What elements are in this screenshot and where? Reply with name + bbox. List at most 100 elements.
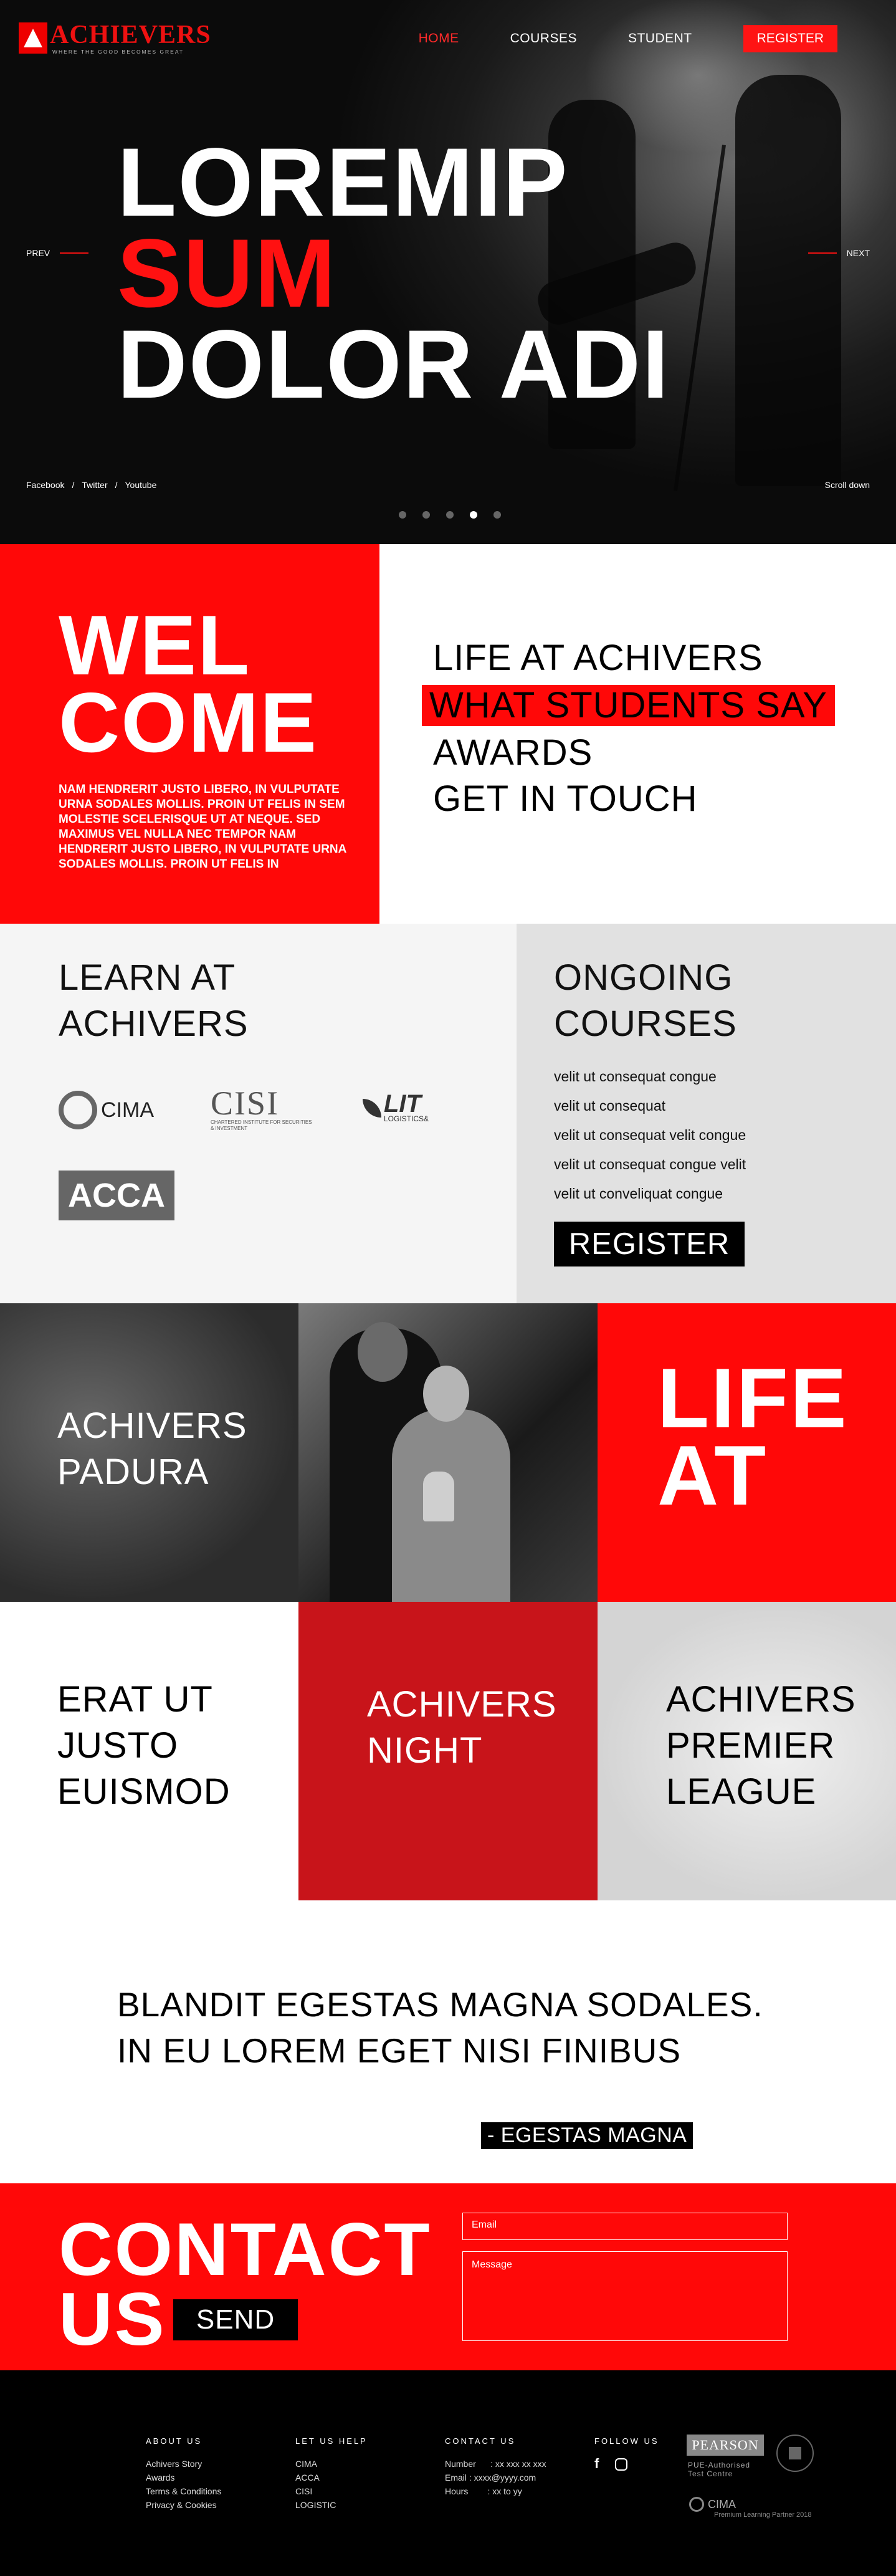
send-button[interactable]: SEND xyxy=(173,2299,298,2340)
brand-tagline: WHERE THE GOOD BECOMES GREAT xyxy=(52,49,184,55)
logo-icon xyxy=(19,22,47,54)
cisi-logo[interactable]: CISI CHARTERED INSTITUTE FOR SECURITIES … xyxy=(211,1085,317,1132)
prev-button[interactable]: PREV xyxy=(26,248,89,258)
message-field[interactable]: Message xyxy=(462,2251,788,2341)
hero-section: ACHIEVERS WHERE THE GOOD BECOMES GREAT H… xyxy=(0,0,896,544)
twitter-link[interactable]: Twitter xyxy=(82,480,107,490)
tile-premier-league[interactable]: ACHIVERS PREMIER LEAGUE xyxy=(598,1602,896,1900)
tile-achivers-padura[interactable]: ACHIVERS PADURA xyxy=(0,1303,298,1602)
footer-contact: CONTACT US Number : xx xxx xx xxx Email … xyxy=(445,2436,546,2498)
footer: ABOUT US Achivers Story Awards Terms & C… xyxy=(0,2370,896,2576)
cisi-logo-text: CISI xyxy=(211,1085,280,1122)
nav-courses[interactable]: COURSES xyxy=(510,31,577,46)
welcome-line-2: COME xyxy=(59,675,318,770)
quick-menu: LIFE AT ACHIVERS WHAT STUDENTS SAY AWARD… xyxy=(379,544,896,924)
hero-line-1: LOREMIP xyxy=(117,128,569,237)
footer-cima-logo: CIMA xyxy=(689,2497,736,2512)
scroll-down-link[interactable]: Scroll down xyxy=(825,480,870,490)
footer-cima-sub: Premium Learning Partner 2018 xyxy=(714,2511,812,2519)
main-nav: HOME COURSES STUDENT REGISTER xyxy=(368,25,837,52)
course-register-button[interactable]: REGISTER xyxy=(554,1222,745,1266)
prev-line xyxy=(60,252,89,254)
tile-label-line: NIGHT xyxy=(367,1730,483,1771)
course-item[interactable]: velit ut consequat xyxy=(554,1091,746,1121)
nav-home[interactable]: HOME xyxy=(419,31,459,46)
course-item[interactable]: velit ut consequat velit congue xyxy=(554,1121,746,1150)
next-button[interactable]: NEXT xyxy=(808,248,870,258)
cisi-logo-sub: CHARTERED INSTITUTE FOR SECURITIES & INV… xyxy=(211,1119,312,1131)
course-item[interactable]: velit ut consequat congue velit xyxy=(554,1150,746,1179)
slider-dot[interactable] xyxy=(493,511,501,519)
page: ACHIEVERS WHERE THE GOOD BECOMES GREAT H… xyxy=(0,0,896,2576)
menu-life-at-achivers[interactable]: LIFE AT ACHIVERS xyxy=(433,638,763,679)
footer-link[interactable]: CISI xyxy=(295,2484,368,2498)
acca-logo[interactable]: ACCA xyxy=(59,1171,174,1220)
slider-dot[interactable] xyxy=(422,511,430,519)
menu-get-in-touch[interactable]: GET IN TOUCH xyxy=(433,778,698,820)
testimonial-text: BLANDIT EGESTAS MAGNA SODALES. IN EU LOR… xyxy=(117,1985,763,2070)
welcome-text: NAM HENDRERIT JUSTO LIBERO, IN VULPUTATE… xyxy=(59,783,346,871)
pearson-sub-line: Test Centre xyxy=(688,2469,733,2478)
lit-logo-text-wrap: LIT LOGISTICS& xyxy=(384,1091,429,1123)
welcome-panel: WEL COME NAM HENDRERIT JUSTO LIBERO, IN … xyxy=(0,544,379,924)
tile-label-line: ERAT UT xyxy=(57,1679,213,1720)
footer-link[interactable]: Terms & Conditions xyxy=(146,2484,221,2498)
footer-follow: FOLLOW US f xyxy=(594,2436,659,2471)
footer-contact-title: CONTACT US xyxy=(445,2436,516,2446)
tile-label-line: ACHIVERS xyxy=(57,1405,247,1446)
footer-about-title: ABOUT US xyxy=(146,2436,203,2446)
slider-dot-active[interactable] xyxy=(470,511,477,519)
tile-label-line: LIFE xyxy=(657,1351,849,1445)
learn-heading: LEARN AT ACHIVERS xyxy=(59,955,249,1047)
footer-link[interactable]: ACCA xyxy=(295,2471,368,2484)
next-line xyxy=(808,252,837,254)
brand-logo[interactable]: ACHIEVERS WHERE THE GOOD BECOMES GREAT xyxy=(19,22,211,55)
slider-dot[interactable] xyxy=(399,511,406,519)
lit-logo[interactable]: LIT LOGISTICS& xyxy=(363,1091,429,1123)
testimonial-author: - EGESTAS MAGNA xyxy=(481,2122,693,2149)
tile-label: ACHIVERS PREMIER LEAGUE xyxy=(666,1677,856,1815)
instagram-icon[interactable] xyxy=(615,2458,628,2471)
facebook-icon[interactable]: f xyxy=(594,2457,599,2471)
hero-line-3: DOLOR ADI xyxy=(117,310,670,419)
cima-logo[interactable]: CIMA xyxy=(59,1091,154,1129)
footer-link[interactable]: CIMA xyxy=(295,2457,368,2471)
recipient-head xyxy=(423,1366,469,1422)
welcome-heading: WEL COME xyxy=(59,603,318,770)
accreditation-seal-icon xyxy=(776,2435,814,2472)
footer-link[interactable]: Achivers Story xyxy=(146,2457,221,2471)
course-item[interactable]: velit ut consequat congue xyxy=(554,1062,746,1091)
tile-achivers-night[interactable]: ACHIVERS NIGHT xyxy=(298,1602,598,1900)
learn-line-2: ACHIVERS xyxy=(59,1003,249,1044)
nav-student[interactable]: STUDENT xyxy=(628,31,692,46)
footer-link[interactable]: LOGISTIC xyxy=(295,2498,368,2512)
hero-line-2: SUM xyxy=(117,219,337,328)
contact-section: CONTACT US SEND Email Message xyxy=(0,2183,896,2370)
footer-link[interactable]: Awards xyxy=(146,2471,221,2484)
cima-ring-icon xyxy=(689,2497,704,2512)
ongoing-line-2: COURSES xyxy=(554,1003,737,1044)
tile-life-at[interactable]: LIFE AT xyxy=(598,1303,896,1602)
register-button[interactable]: REGISTER xyxy=(743,25,837,52)
footer-help: LET US HELP CIMA ACCA CISI LOGISTIC xyxy=(295,2436,368,2512)
slider-dot[interactable] xyxy=(446,511,454,519)
menu-awards[interactable]: AWARDS xyxy=(433,732,593,773)
tile-label-line: PADURA xyxy=(57,1452,209,1492)
course-item[interactable]: velit ut conveliquat congue xyxy=(554,1179,746,1209)
social-links: Facebook / Twitter / Youtube xyxy=(26,480,156,490)
ongoing-courses-panel: ONGOING COURSES velit ut consequat congu… xyxy=(517,924,896,1303)
facebook-link[interactable]: Facebook xyxy=(26,480,64,490)
lit-logo-sub: LOGISTICS& xyxy=(384,1114,429,1123)
menu-what-students-say[interactable]: WHAT STUDENTS SAY xyxy=(422,685,835,726)
tile-award-photo[interactable] xyxy=(298,1303,598,1602)
youtube-link[interactable]: Youtube xyxy=(125,480,157,490)
next-label: NEXT xyxy=(846,248,870,258)
footer-link[interactable]: Privacy & Cookies xyxy=(146,2498,221,2512)
email-field[interactable]: Email xyxy=(462,2213,788,2240)
tile-big-label: LIFE AT xyxy=(657,1351,849,1518)
footer-contact-email[interactable]: Email : xxxx@yyyy.com xyxy=(445,2471,546,2484)
footer-contact-hours: Hours : xx to yy xyxy=(445,2486,522,2496)
bird-icon xyxy=(363,1099,381,1118)
footer-follow-title: FOLLOW US xyxy=(594,2436,659,2446)
tile-erat-ut[interactable]: ERAT UT JUSTO EUISMOD xyxy=(0,1602,298,1900)
